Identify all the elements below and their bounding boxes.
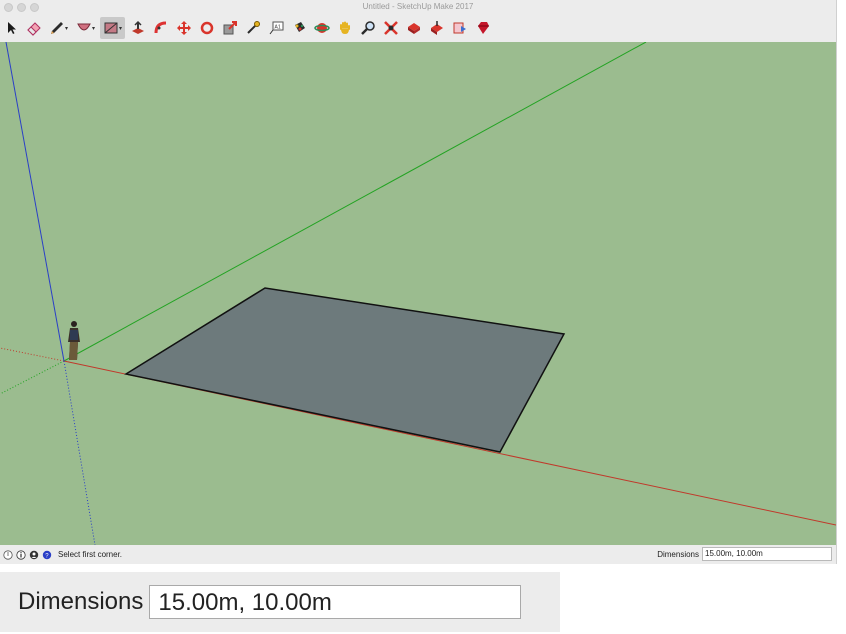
rectangle-icon	[104, 22, 118, 34]
3d-viewport[interactable]	[0, 42, 836, 545]
zoom-extents-tool[interactable]	[380, 17, 401, 39]
window-title: Untitled - SketchUp Make 2017	[362, 2, 474, 11]
scale-tool[interactable]	[219, 17, 240, 39]
3d-warehouse-tool[interactable]	[403, 17, 424, 39]
instructor-icon[interactable]: ?	[42, 550, 52, 560]
arc-icon	[77, 23, 91, 31]
warehouse-icon	[407, 23, 420, 34]
credits-icon[interactable]	[29, 550, 39, 560]
model-scene	[0, 42, 836, 545]
rotate-icon	[200, 21, 213, 35]
rectangle-tool[interactable]: ▾	[100, 17, 125, 39]
ruby-icon	[477, 22, 489, 34]
line-tool[interactable]: ▾	[46, 17, 71, 39]
text-icon: A1	[269, 21, 283, 35]
zoomed-dimensions-input[interactable]: 15.00m, 10.00m	[149, 585, 522, 619]
move-tool[interactable]	[173, 17, 194, 39]
orbit-icon	[313, 23, 330, 33]
blue-axis-negative	[63, 360, 96, 545]
pan-tool[interactable]	[334, 17, 355, 39]
zoom-tool[interactable]	[357, 17, 378, 39]
arc-tool[interactable]: ▾	[73, 17, 98, 39]
rectangle-face[interactable]	[124, 287, 566, 453]
pencil-icon	[50, 22, 63, 34]
arrow-cursor-icon	[7, 22, 16, 34]
title-bar: Untitled - SketchUp Make 2017	[0, 0, 836, 14]
dimensions-input[interactable]: 15.00m, 10.00m	[702, 547, 832, 561]
chevron-down-icon: ▾	[118, 25, 122, 32]
select-tool[interactable]	[0, 17, 21, 39]
status-message: Select first corner.	[58, 550, 123, 559]
extension-icon	[453, 22, 466, 34]
move-icon	[176, 21, 191, 35]
blue-axis	[5, 42, 65, 362]
green-axis-negative	[0, 360, 65, 395]
chevron-down-icon: ▾	[64, 25, 68, 32]
orbit-tool[interactable]	[311, 17, 332, 39]
tape-measure-icon	[246, 21, 260, 34]
eraser-icon	[26, 22, 41, 36]
paint-bucket-tool[interactable]	[288, 17, 309, 39]
paint-bucket-icon	[294, 22, 305, 32]
dimensions-label: Dimensions	[657, 549, 699, 559]
ruby-tool[interactable]	[472, 17, 493, 39]
follow-me-tool[interactable]	[150, 17, 171, 39]
info-icon[interactable]	[16, 549, 26, 560]
chevron-down-icon: ▾	[91, 25, 95, 32]
large-tool-set-toolbar: ▾ ▾ ▾ A1	[0, 14, 836, 42]
scale-figure[interactable]	[68, 321, 80, 360]
zoom-extents-icon	[383, 21, 398, 35]
rotate-tool[interactable]	[196, 17, 217, 39]
magnifier-icon	[360, 21, 375, 35]
status-bar: ? Select first corner. Dimensions 15.00m…	[0, 545, 836, 564]
text-tool[interactable]: A1	[265, 17, 286, 39]
eraser-tool[interactable]	[23, 17, 44, 39]
pan-hand-icon	[339, 21, 350, 34]
scale-icon	[223, 21, 237, 35]
svg-text:A1: A1	[274, 25, 280, 31]
zoomed-dimensions-label: Dimensions	[18, 588, 144, 615]
measurements-box: Dimensions 15.00m, 10.00m	[657, 547, 832, 561]
share-model-icon	[430, 21, 443, 35]
push-pull-icon	[131, 20, 144, 34]
follow-me-icon	[154, 21, 166, 34]
geo-location-icon[interactable]	[3, 549, 13, 560]
push-pull-tool[interactable]	[127, 17, 148, 39]
measurements-box-zoomed: Dimensions 15.00m, 10.00m	[0, 572, 560, 632]
extension-warehouse-tool[interactable]	[449, 17, 470, 39]
red-axis-negative	[0, 347, 65, 362]
sketchup-window: Untitled - SketchUp Make 2017 ▾ ▾ ▾ A1 ?…	[0, 0, 837, 564]
tape-measure-tool[interactable]	[242, 17, 263, 39]
share-model-tool[interactable]	[426, 17, 447, 39]
